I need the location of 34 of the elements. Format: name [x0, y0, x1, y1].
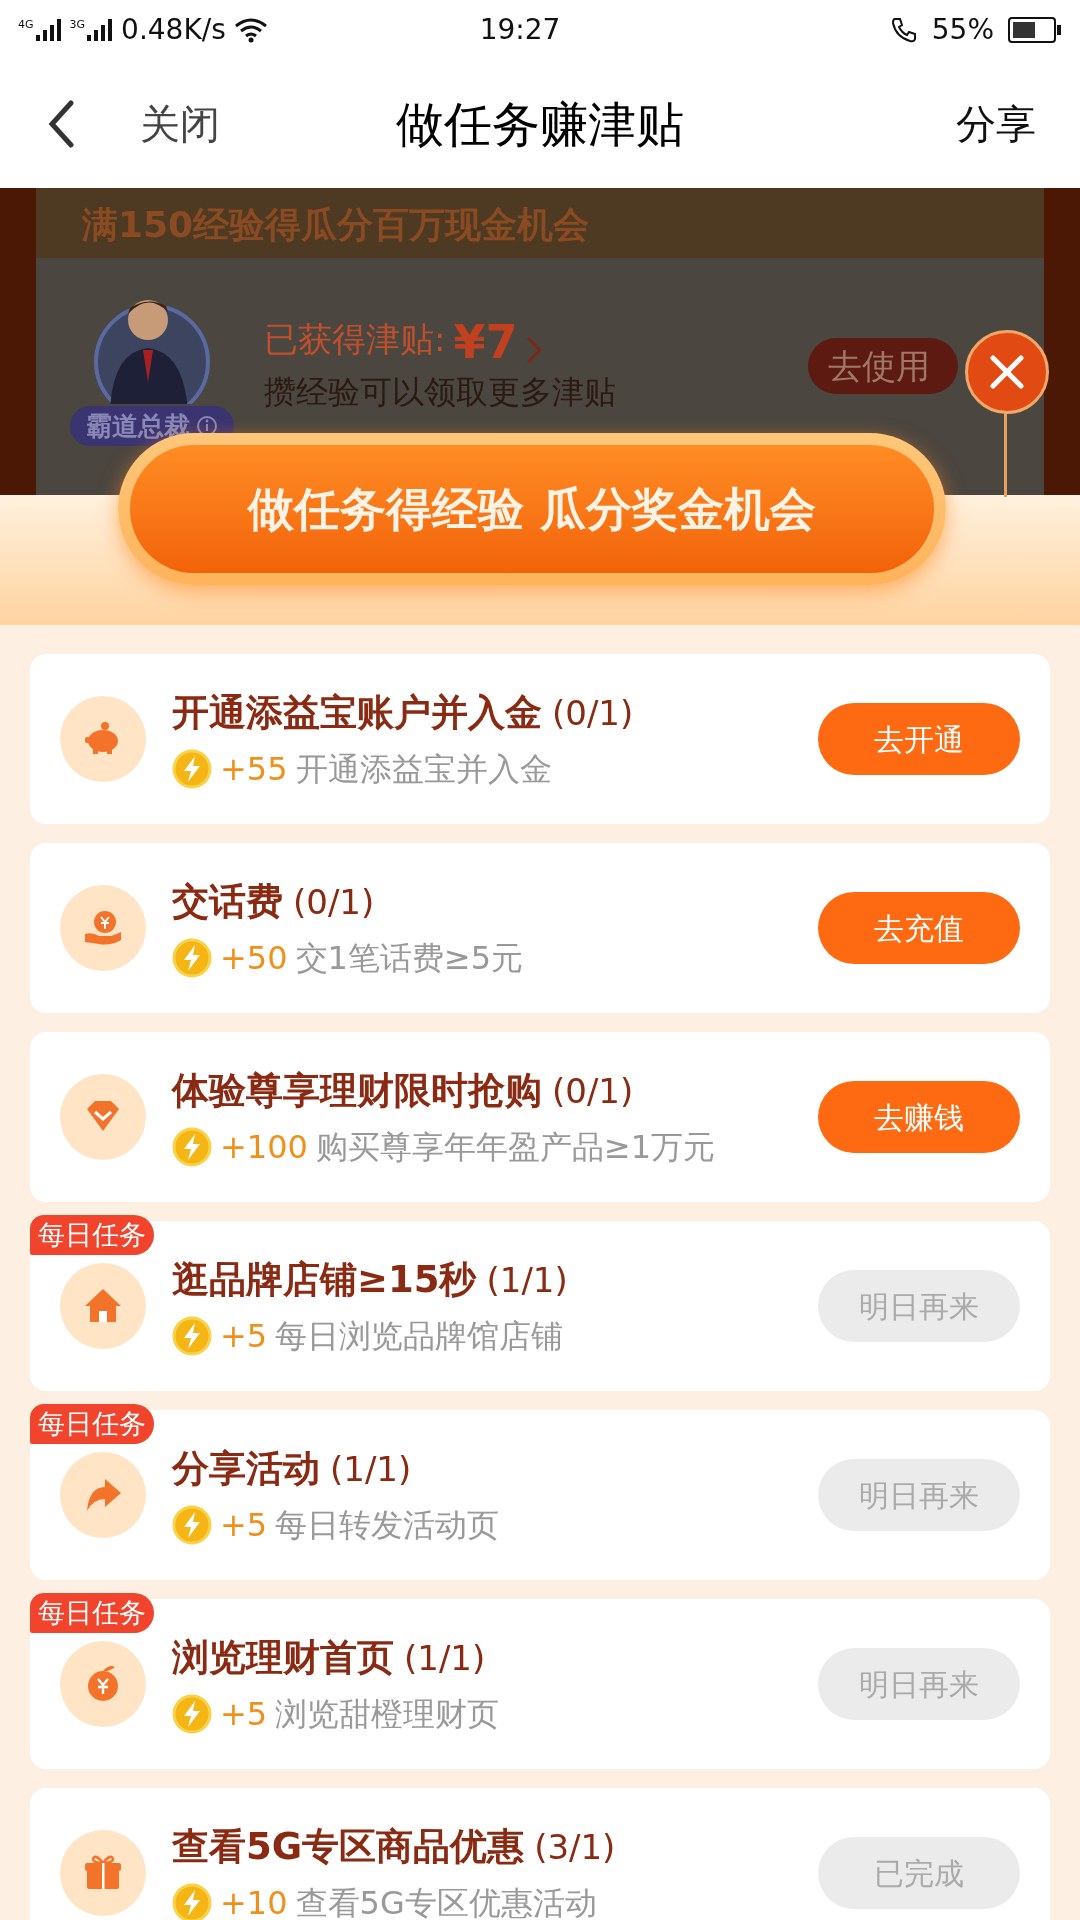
earned-label: 已获得津贴:	[264, 318, 446, 361]
task-description: 开通添益宝并入金	[295, 748, 552, 790]
promo-headline: 满150经验得瓜分百万现金机会	[82, 203, 590, 247]
task-title: 浏览理财首页	[172, 1635, 394, 1682]
daily-task-badge: 每日任务	[30, 1593, 154, 1633]
battery-percent: 55%	[931, 12, 994, 48]
task-points: +5	[220, 1693, 268, 1735]
task-title: 分享活动	[172, 1446, 320, 1493]
task-points: +5	[220, 1315, 268, 1357]
network-label: 3G	[69, 19, 86, 30]
clock: 19:27	[478, 12, 562, 48]
earned-amount: ¥7	[453, 319, 518, 365]
daily-task-badge: 每日任务	[30, 1215, 154, 1255]
task-points: +50	[220, 937, 288, 979]
task-title: 逛品牌店铺≥15秒	[172, 1257, 477, 1304]
task-description: 查看5G专区优惠活动	[295, 1882, 597, 1920]
page-title: 做任务赚津贴	[396, 95, 684, 154]
task-description: 交1笔话费≥5元	[295, 937, 524, 979]
task-banner: 做任务得经验 瓜分奖金机会	[130, 445, 934, 573]
daily-task-badge: 每日任务	[30, 1404, 154, 1444]
task-points: +55	[220, 748, 288, 790]
task-description: 购买尊享年年盈产品≥1万元	[315, 1126, 716, 1168]
task-points: +10	[220, 1882, 288, 1920]
network-label: 4G	[18, 19, 34, 30]
task-points: +5	[220, 1504, 268, 1546]
task-title: 查看5G专区商品优惠	[172, 1824, 525, 1871]
network-speed: 0.48K/s	[121, 12, 226, 48]
task-description: 每日转发活动页	[275, 1504, 500, 1546]
task-points: +100	[220, 1126, 308, 1168]
task-description: 浏览甜橙理财页	[275, 1693, 500, 1735]
task-title: 交话费	[172, 879, 283, 926]
task-description: 每日浏览品牌馆店铺	[275, 1315, 564, 1357]
task-title: 体验尊享理财限时抢购	[172, 1068, 542, 1115]
task-title: 开通添益宝账户并入金	[172, 690, 542, 737]
